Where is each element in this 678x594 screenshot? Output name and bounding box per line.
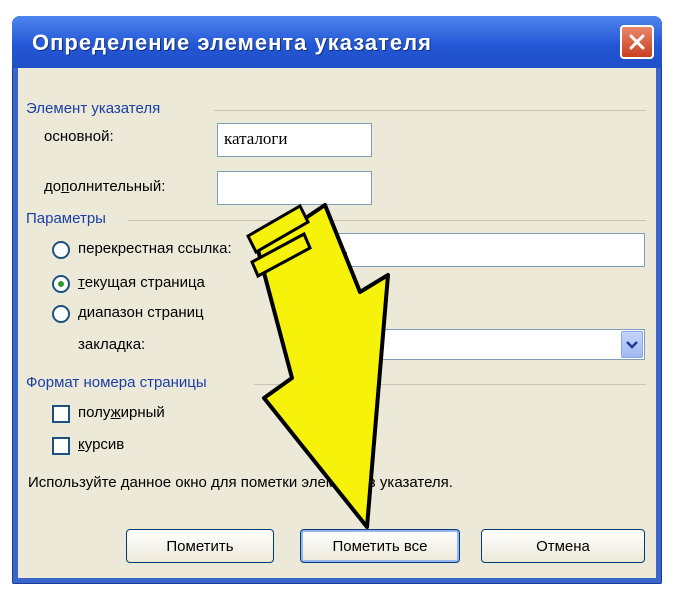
subentry-label: дополнительный: bbox=[44, 178, 166, 195]
info-text: Используйте данное окно для пометки элем… bbox=[28, 474, 453, 491]
cross-reference-radio[interactable] bbox=[52, 241, 70, 259]
cross-reference-field[interactable]: См. bbox=[315, 233, 645, 267]
group-divider bbox=[128, 220, 646, 221]
close-icon bbox=[629, 34, 645, 50]
bookmark-select[interactable] bbox=[315, 329, 645, 360]
mark-button[interactable]: Пометить bbox=[126, 529, 274, 563]
chevron-down-icon bbox=[626, 341, 638, 349]
subentry-field[interactable] bbox=[217, 171, 372, 205]
window-title: Определение элемента указателя bbox=[32, 30, 432, 55]
main-entry-label: основной: bbox=[44, 128, 114, 145]
page-range-label: диапазон страниц bbox=[78, 304, 204, 321]
mark-button-label: Пометить bbox=[166, 537, 234, 555]
options-group-title: Параметры bbox=[26, 210, 106, 227]
current-page-label: текущая страница bbox=[78, 274, 205, 291]
dialog-client-area: Элемент указателя основной: каталоги доп… bbox=[18, 68, 656, 578]
group-divider bbox=[214, 110, 646, 111]
italic-label: курсив bbox=[78, 436, 125, 453]
mark-all-button-label: Пометить все bbox=[332, 537, 428, 555]
page-range-radio[interactable] bbox=[52, 305, 70, 323]
group-divider bbox=[254, 384, 646, 385]
dialog-window: Определение элемента указателя Элемент у… bbox=[12, 16, 662, 584]
current-page-radio[interactable] bbox=[52, 275, 70, 293]
main-entry-field[interactable]: каталоги bbox=[217, 123, 372, 157]
index-entry-group-title: Элемент указателя bbox=[26, 100, 161, 117]
italic-checkbox[interactable] bbox=[52, 437, 70, 455]
bookmark-dropdown-button[interactable] bbox=[621, 331, 643, 358]
bold-checkbox[interactable] bbox=[52, 405, 70, 423]
cancel-button-label: Отмена bbox=[536, 537, 590, 555]
bookmark-label: закладка: bbox=[78, 336, 146, 353]
cross-reference-label: перекрестная ссылка: bbox=[78, 240, 232, 257]
bold-label: полужирный bbox=[78, 404, 165, 421]
cancel-button[interactable]: Отмена bbox=[481, 529, 645, 563]
page-format-group-title: Формат номера страницы bbox=[26, 374, 207, 391]
title-bar[interactable]: Определение элемента указателя bbox=[12, 16, 662, 68]
close-button[interactable] bbox=[620, 25, 654, 59]
mark-all-button[interactable]: Пометить все bbox=[300, 529, 460, 563]
